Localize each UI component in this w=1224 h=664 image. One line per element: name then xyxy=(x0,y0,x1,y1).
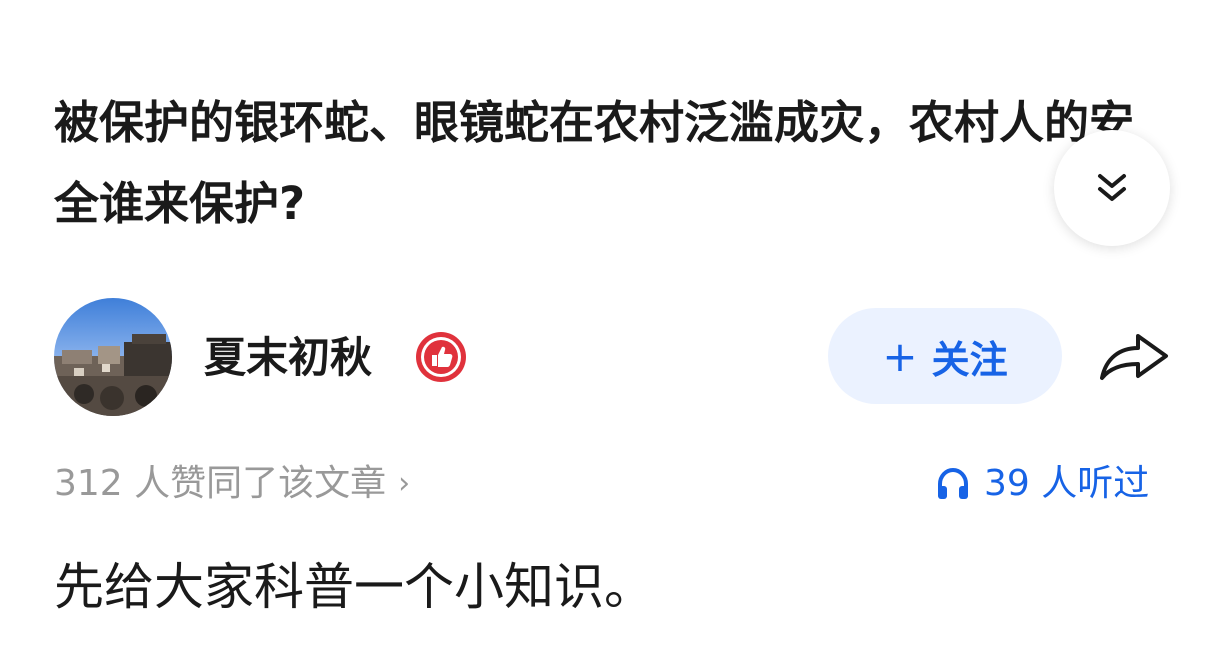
share-arrow-icon[interactable] xyxy=(1096,326,1172,386)
headphones-icon xyxy=(938,467,968,499)
article-page: 被保护的银环蛇、眼镜蛇在农村泛滥成灾，农村人的安全谁来保护? 夏末初秋 + 关注… xyxy=(0,0,1224,664)
likes-count-text: 312 人赞同了该文章 xyxy=(54,463,387,504)
follow-label: 关注 xyxy=(931,337,1008,382)
author-avatar[interactable] xyxy=(54,298,172,416)
listens-count-text: 39 人听过 xyxy=(984,463,1150,504)
thumbs-up-badge-icon xyxy=(414,330,468,384)
double-chevron-down-icon xyxy=(1098,174,1126,201)
follow-button[interactable]: + 关注 xyxy=(828,308,1062,404)
article-title: 被保护的银环蛇、眼镜蛇在农村泛滥成灾，农村人的安全谁来保护? xyxy=(54,96,1135,230)
plus-icon: + xyxy=(882,331,918,381)
listen-button[interactable]: 39 人听过 xyxy=(934,460,1149,508)
author-name[interactable]: 夏末初秋 xyxy=(204,330,372,386)
collapse-button[interactable] xyxy=(1054,130,1170,246)
likes-link[interactable]: 312 人赞同了该文章 › xyxy=(54,460,410,508)
article-first-paragraph: 先给大家科普一个小知识。 xyxy=(54,558,654,616)
chevron-right-icon: › xyxy=(398,466,411,501)
